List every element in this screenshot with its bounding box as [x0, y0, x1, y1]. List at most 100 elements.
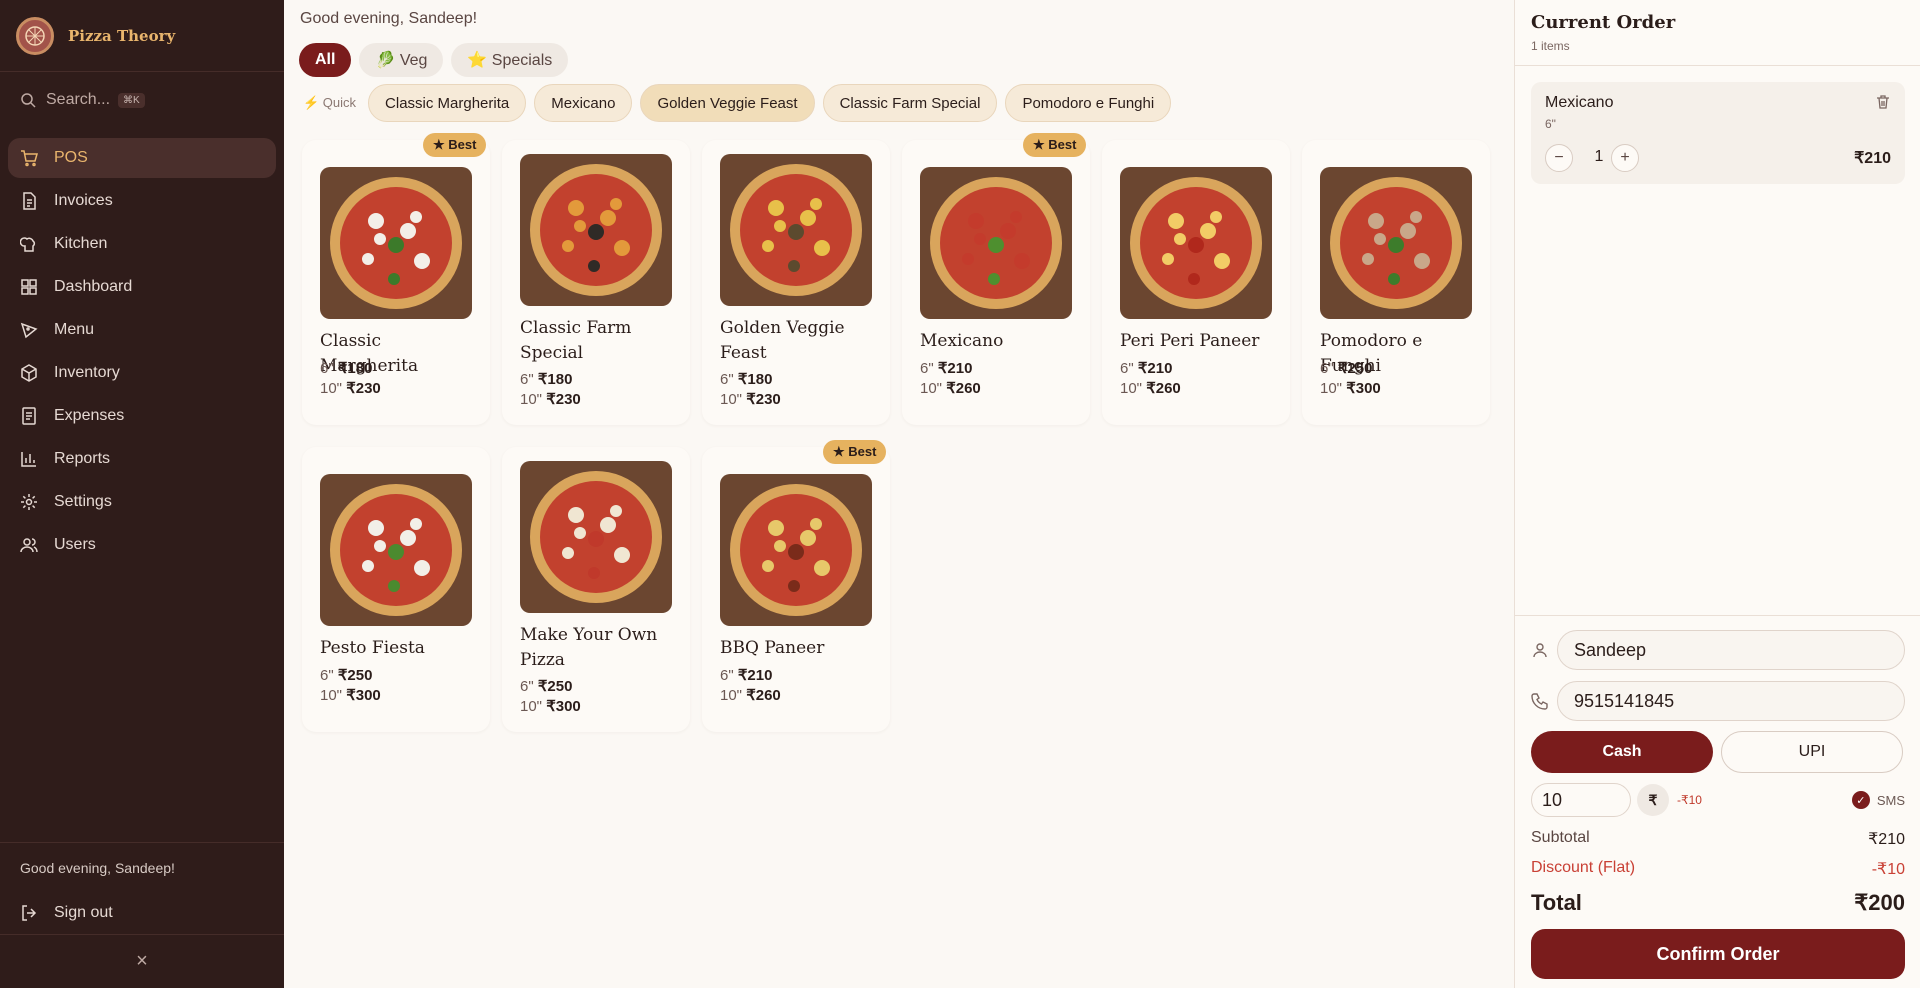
quick-item[interactable]: Classic Margherita [368, 84, 527, 122]
product-price: 6" ₹210 10" ₹260 [1120, 360, 1181, 397]
filter-veg[interactable]: 🥬 Veg [359, 43, 444, 77]
total-row: Total ₹200 [1531, 890, 1905, 916]
product-card[interactable]: Pesto Fiesta 6" ₹250 10" ₹300 [302, 447, 490, 732]
users-icon [20, 538, 38, 553]
sidebar-item-label: Expenses [54, 407, 125, 424]
sidebar-item-pos[interactable]: POS [8, 138, 276, 178]
sidebar-item-label: Dashboard [54, 278, 133, 295]
box-icon [21, 364, 37, 382]
customer-name-input[interactable] [1557, 630, 1905, 670]
product-card[interactable]: Classic Margherita 6" ₹180 10" ₹230 [302, 140, 490, 425]
greeting-text: Good evening, Sandeep! [300, 10, 478, 27]
quick-add-bar: ⚡ Quick Classic Margherita Mexicano Gold… [303, 84, 1172, 122]
sidebar-item-label: Settings [54, 493, 112, 510]
product-card[interactable]: BBQ Paneer 6" ₹210 10" ₹260 [702, 447, 890, 732]
order-title: Current Order [1531, 12, 1676, 33]
sidebar-item-label: Menu [54, 321, 95, 338]
pizza-image [720, 154, 872, 306]
order-line-item: Mexicano 6" − 1 + ₹210 [1531, 82, 1905, 184]
pizza-image [1320, 167, 1472, 319]
product-card[interactable]: Peri Peri Paneer 6" ₹210 10" ₹260 [1102, 140, 1290, 425]
sidebar-item-expenses[interactable]: Expenses [8, 396, 276, 436]
sms-toggle[interactable]: ✓ SMS [1851, 791, 1905, 809]
total-label: Total [1531, 890, 1582, 915]
pizza-icon [20, 322, 38, 339]
product-price: 6" ₹210 10" ₹260 [920, 360, 981, 397]
sidebar-item-kitchen[interactable]: Kitchen [8, 224, 276, 264]
order-panel: Current Order 1 items Mexicano 6" − 1 + … [1514, 0, 1920, 988]
product-price: 6" ₹250 10" ₹300 [1320, 360, 1381, 397]
product-price: 6" ₹180 10" ₹230 [520, 371, 581, 408]
pos-main: Good evening, Sandeep! All 🥬 Veg ⭐ Speci… [284, 0, 1514, 988]
best-badge: ★ Best [1023, 133, 1087, 157]
subtotal-label: Subtotal [1531, 829, 1590, 846]
sidebar-item-invoices[interactable]: Invoices [8, 181, 276, 221]
sidebar-item-label: Inventory [54, 364, 120, 381]
sidebar-nav: POS Invoices Kitchen Dashboard Menu Inve… [0, 128, 284, 578]
filter-specials[interactable]: ⭐ Specials [451, 43, 569, 77]
product-card[interactable]: Pomodoro e Funghi 6" ₹250 10" ₹300 [1302, 140, 1490, 425]
quick-item[interactable]: Classic Farm Special [822, 84, 998, 122]
discount-type-toggle[interactable]: ₹ [1637, 784, 1669, 816]
gear-icon [21, 494, 37, 510]
sidebar-item-settings[interactable]: Settings [8, 482, 276, 522]
product-price: 6" ₹180 10" ₹230 [720, 371, 781, 408]
search-input[interactable]: Search... ⌘K [0, 72, 284, 128]
decrease-qty-button[interactable]: − [1545, 144, 1573, 172]
brand[interactable]: Pizza Theory [0, 0, 284, 72]
sidebar: Pizza Theory Search... ⌘K POS Invoices K… [0, 0, 284, 988]
total-value: ₹200 [1854, 890, 1905, 915]
product-card[interactable]: Golden Veggie Feast 6" ₹180 10" ₹230 [702, 140, 890, 425]
search-shortcut: ⌘K [118, 92, 145, 108]
pizza-image [920, 167, 1072, 319]
sidebar-item-users[interactable]: Users [8, 525, 276, 565]
product-card[interactable]: Mexicano 6" ₹210 10" ₹260 [902, 140, 1090, 425]
best-badge: ★ Best [823, 440, 887, 464]
subtotal-value: ₹210 [1868, 831, 1905, 848]
product-price: 6" ₹180 10" ₹230 [320, 360, 381, 397]
cart-icon [21, 150, 38, 167]
product-price: 6" ₹250 10" ₹300 [520, 678, 581, 715]
checkout-section: Cash UPI ₹ -₹10 ✓ SMS Subtotal ₹210 Disc… [1515, 615, 1920, 988]
discount-label: Discount (Flat) [1531, 859, 1636, 876]
line-item-price: ₹210 [1854, 150, 1891, 167]
subtotal-row: Subtotal ₹210 [1531, 829, 1905, 849]
pizza-logo-icon [16, 16, 54, 55]
sidebar-item-menu[interactable]: Menu [8, 310, 276, 350]
product-name: Peri Peri Paneer [1120, 331, 1260, 351]
sidebar-item-label: Kitchen [54, 235, 108, 252]
logout-icon [22, 905, 37, 921]
user-icon [1533, 643, 1547, 658]
product-card[interactable]: Classic Farm Special 6" ₹180 10" ₹230 [502, 140, 690, 425]
product-name: Golden Veggie Feast [720, 318, 845, 363]
sign-out-button[interactable]: Sign out [0, 892, 284, 934]
quick-item[interactable]: Pomodoro e Funghi [1005, 84, 1172, 122]
sidebar-item-reports[interactable]: Reports [8, 439, 276, 479]
receipt-icon [22, 407, 36, 425]
pay-cash-button[interactable]: Cash [1531, 731, 1713, 773]
trash-icon[interactable] [1875, 94, 1891, 110]
product-name: BBQ Paneer [720, 638, 825, 658]
grid-icon [21, 279, 37, 295]
order-header: Current Order 1 items [1515, 0, 1920, 66]
product-name: Classic Farm Special [520, 318, 632, 363]
pay-upi-button[interactable]: UPI [1721, 731, 1903, 773]
plus-icon: + [1620, 149, 1630, 166]
customer-name-row [1531, 630, 1905, 670]
quick-item[interactable]: Mexicano [534, 84, 633, 122]
product-name: Pesto Fiesta [320, 638, 425, 658]
discount-input[interactable] [1531, 783, 1631, 817]
sidebar-item-dashboard[interactable]: Dashboard [8, 267, 276, 307]
confirm-order-button[interactable]: Confirm Order [1531, 929, 1905, 979]
sidebar-item-inventory[interactable]: Inventory [8, 353, 276, 393]
check-icon: ✓ [1851, 791, 1870, 809]
phone-input[interactable] [1557, 681, 1905, 721]
phone-row [1531, 681, 1905, 721]
sidebar-greeting: Good evening, Sandeep! [0, 842, 284, 892]
product-card[interactable]: Make Your Own Pizza 6" ₹250 10" ₹300 [502, 447, 690, 732]
collapse-sidebar-button[interactable]: × [0, 934, 284, 988]
filter-all[interactable]: All [299, 43, 352, 77]
increase-qty-button[interactable]: + [1611, 144, 1639, 172]
quick-item[interactable]: Golden Veggie Feast [640, 84, 815, 122]
sidebar-footer: Good evening, Sandeep! Sign out × [0, 842, 284, 988]
